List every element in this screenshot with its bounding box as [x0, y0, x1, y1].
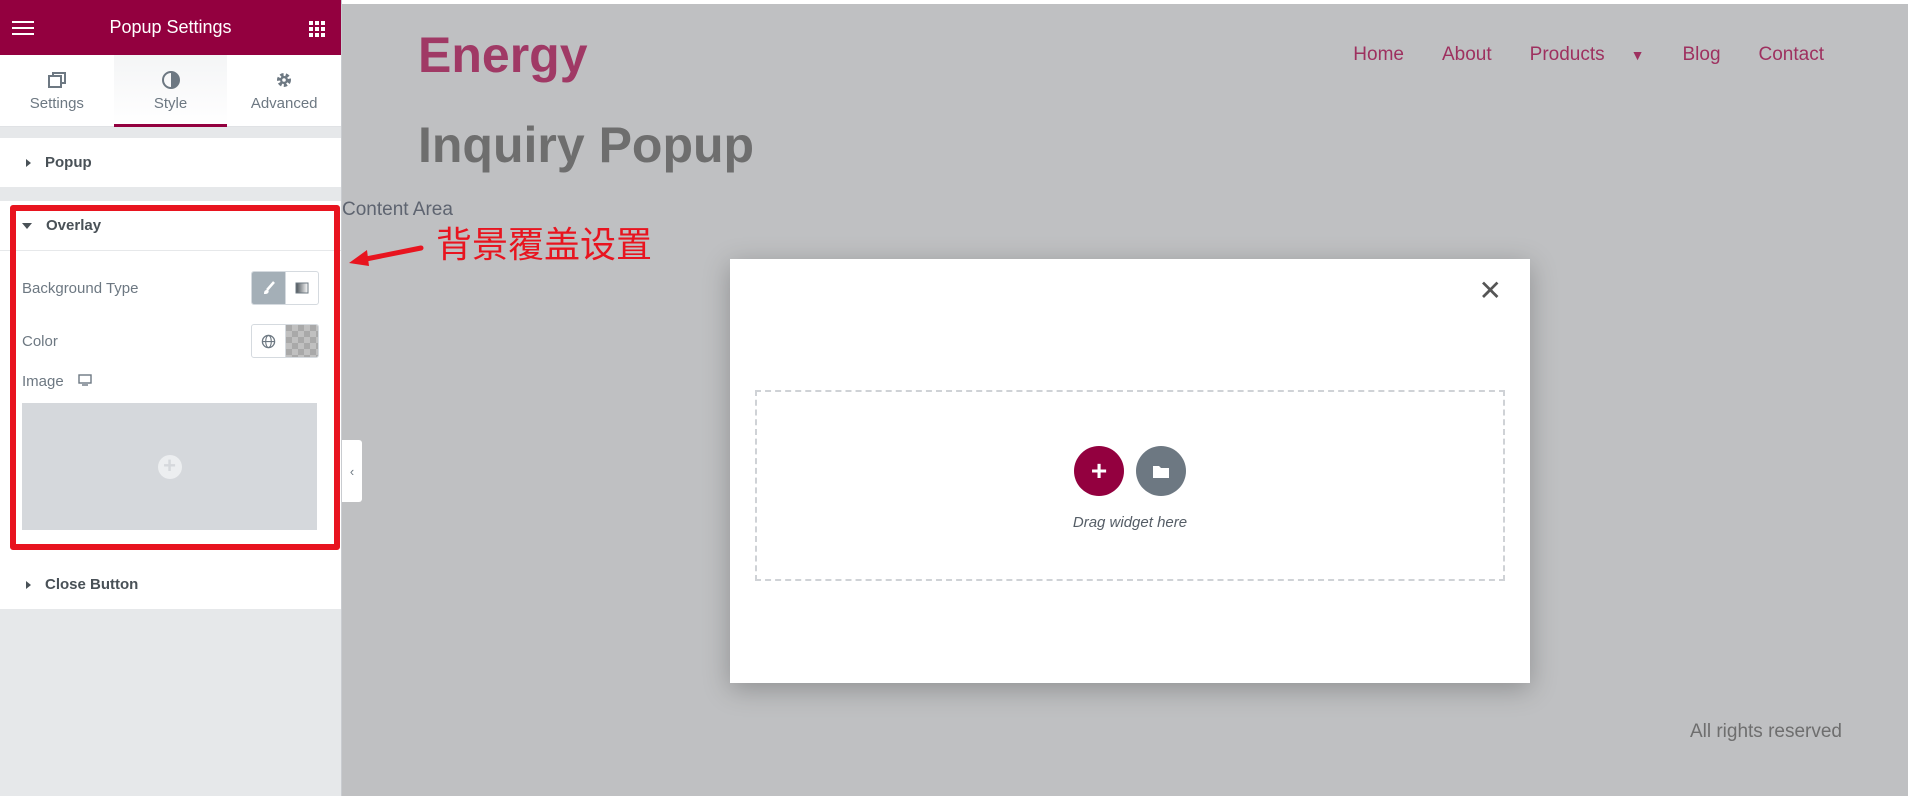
- site-logo[interactable]: Energy: [418, 26, 588, 84]
- background-type-row: Background Type: [22, 271, 319, 305]
- tab-style[interactable]: Style: [113, 55, 228, 127]
- page-title: Inquiry Popup: [418, 117, 755, 173]
- popup-modal: ✕ + Drag widget here: [730, 259, 1530, 683]
- image-label: Image: [22, 373, 64, 390]
- contrast-icon: [161, 69, 181, 91]
- site-nav: Home About Products ▼ Blog Contact: [1353, 44, 1824, 66]
- widget-dropzone[interactable]: + Drag widget here: [755, 390, 1505, 581]
- hamburger-menu-icon[interactable]: [12, 21, 34, 35]
- tab-advanced[interactable]: Advanced: [227, 55, 341, 126]
- color-controls: [251, 324, 319, 358]
- footer-text: All rights reserved: [1689, 721, 1842, 742]
- nav-products[interactable]: Products: [1530, 44, 1605, 66]
- image-row: Image: [22, 373, 319, 390]
- gear-icon: [275, 69, 293, 91]
- annotation-text: 背景覆盖设置: [436, 224, 653, 265]
- section-popup-label: Popup: [45, 154, 92, 171]
- annotation-arrow-icon: [349, 245, 424, 266]
- dropdown-caret-icon[interactable]: ▼: [1631, 47, 1645, 63]
- editor-panel: Popup Settings Settings Style Advanced P…: [0, 0, 342, 796]
- add-section-plus-icon[interactable]: +: [1074, 446, 1124, 496]
- canvas-top-strip: [342, 0, 1908, 4]
- panel-tabs: Settings Style Advanced: [0, 55, 341, 127]
- classic-brush-icon[interactable]: [252, 272, 285, 304]
- nav-blog[interactable]: Blog: [1682, 44, 1720, 66]
- add-image-plus-icon: +: [157, 454, 182, 479]
- background-type-label: Background Type: [22, 279, 139, 297]
- section-overlay-header[interactable]: Overlay: [0, 201, 341, 251]
- tab-settings[interactable]: Settings: [0, 55, 114, 126]
- window-icon: [47, 69, 66, 91]
- gradient-icon[interactable]: [285, 272, 318, 304]
- section-close-button-header[interactable]: Close Button: [0, 560, 341, 610]
- tab-settings-label: Settings: [29, 95, 84, 112]
- tab-advanced-label: Advanced: [250, 95, 318, 112]
- transparent-checker: [286, 325, 318, 357]
- color-label: Color: [22, 332, 58, 350]
- section-close-button[interactable]: Close Button: [0, 560, 341, 610]
- collapse-panel-chevron-icon[interactable]: ‹: [342, 440, 362, 502]
- dropzone-buttons: +: [1074, 446, 1186, 496]
- section-popup-header[interactable]: Popup: [0, 138, 341, 188]
- color-row: Color: [22, 324, 319, 358]
- dropzone-label: Drag widget here: [1072, 514, 1188, 531]
- panel-header: Popup Settings: [0, 0, 341, 55]
- section-close-button-label: Close Button: [45, 576, 139, 593]
- caret-right-icon: [26, 580, 31, 589]
- nav-home[interactable]: Home: [1353, 44, 1404, 66]
- nav-about[interactable]: About: [1442, 44, 1492, 66]
- close-icon[interactable]: ✕: [1479, 277, 1502, 305]
- global-colors-globe-icon[interactable]: [252, 325, 285, 357]
- section-overlay-label: Overlay: [46, 217, 102, 234]
- background-type-choices: [251, 271, 319, 305]
- image-upload-area[interactable]: +: [22, 403, 317, 530]
- color-swatch[interactable]: [285, 325, 318, 357]
- caret-down-icon: [22, 222, 32, 229]
- nav-contact[interactable]: Contact: [1759, 44, 1824, 66]
- section-popup[interactable]: Popup: [0, 138, 341, 188]
- caret-right-icon: [26, 158, 31, 167]
- tab-style-label: Style: [153, 95, 188, 112]
- section-overlay: Overlay Background Type Color Image +: [0, 201, 341, 561]
- template-folder-icon[interactable]: [1136, 446, 1186, 496]
- panel-title: Popup Settings: [109, 17, 232, 37]
- widgets-grid-icon[interactable]: [309, 21, 325, 37]
- desktop-device-icon[interactable]: [78, 373, 92, 390]
